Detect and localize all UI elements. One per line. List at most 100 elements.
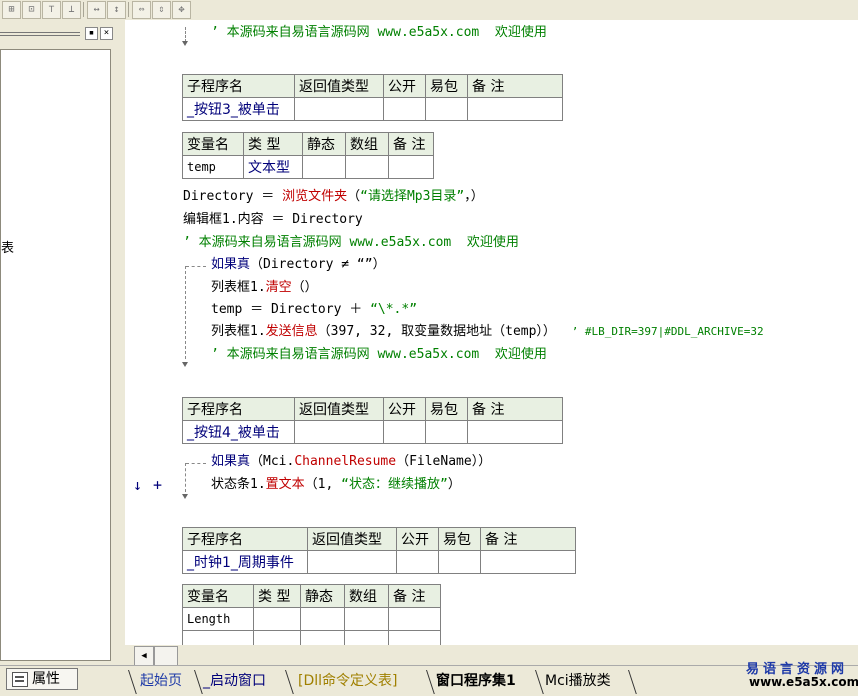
- code-line[interactable]: 列表框1.清空（）: [211, 280, 318, 296]
- col-var-type: 类 型: [253, 584, 301, 608]
- sub-header-table: 子程序名 返回值类型 公开 易包 备 注 _按钮4_被单击: [182, 397, 563, 444]
- code-line[interactable]: 如果真（Directory ≠ “”）: [211, 257, 386, 273]
- flow-line: [185, 27, 187, 42]
- code-comment: ’ 本源码来自易语言源码网 www.e5a5x.com 欢迎使用: [211, 347, 547, 362]
- flow-arrow-icon: [182, 41, 188, 46]
- tab-window-assembly[interactable]: 窗口程序集1: [436, 670, 516, 692]
- flow-arrow-icon: [182, 494, 188, 499]
- tab-startup-window[interactable]: _启动窗口: [203, 670, 266, 692]
- scroll-left-icon[interactable]: ◀: [134, 646, 154, 666]
- var-type-cell[interactable]: [253, 607, 301, 631]
- col-public: 公开: [383, 397, 426, 421]
- cell[interactable]: [467, 420, 563, 444]
- cell[interactable]: [344, 630, 389, 645]
- var-name-cell[interactable]: Length: [182, 607, 254, 631]
- col-var-remark: 备 注: [388, 132, 434, 156]
- scroll-thumb[interactable]: [154, 646, 178, 666]
- cell[interactable]: [396, 550, 439, 574]
- code-comment: ’ 本源码来自易语言源码网 www.e5a5x.com 欢迎使用: [183, 235, 519, 250]
- width-icon[interactable]: ⇔: [132, 1, 151, 19]
- col-remark: 备 注: [467, 74, 563, 98]
- col-sub-name: 子程序名: [182, 527, 308, 551]
- cell[interactable]: [480, 550, 576, 574]
- tab-dll-commands[interactable]: [Dll命令定义表]: [298, 670, 397, 692]
- sub-name-cell[interactable]: _按钮4_被单击: [182, 420, 295, 444]
- cell[interactable]: [383, 420, 426, 444]
- col-public: 公开: [383, 74, 426, 98]
- col-easy-pack: 易包: [425, 397, 468, 421]
- cell[interactable]: [294, 420, 384, 444]
- align-icon[interactable]: ⊞: [2, 1, 21, 19]
- col-easy-pack: 易包: [438, 527, 481, 551]
- site-logo-url: www.e5a5x.com: [749, 675, 858, 689]
- code-line[interactable]: 列表框1.发送信息（397, 32, 取变量数据地址（temp）） ’ #LB_…: [211, 324, 764, 340]
- align-top-icon[interactable]: ⊤: [42, 1, 61, 19]
- cell[interactable]: [307, 550, 397, 574]
- toolbar: ⊞ ⊡ ⊤ ⊥ ↔ ↕ ⇔ ⇕ ✥: [0, 0, 858, 21]
- cell[interactable]: [467, 97, 563, 121]
- cell[interactable]: [253, 630, 301, 645]
- cell[interactable]: [300, 607, 345, 631]
- left-panel-body: 表: [0, 49, 111, 661]
- col-static: 静态: [302, 132, 346, 156]
- var-name-cell[interactable]: temp: [182, 155, 244, 179]
- cell[interactable]: [388, 630, 441, 645]
- col-sub-name: 子程序名: [182, 397, 295, 421]
- cell[interactable]: [345, 155, 389, 179]
- current-line-arrow-icon: ↓: [133, 476, 143, 494]
- code-comment: ’ 本源码来自易语言源码网 www.e5a5x.com 欢迎使用: [211, 25, 547, 40]
- left-panel-header: ▪ ×: [0, 25, 115, 41]
- sub-header-table: 子程序名 返回值类型 公开 易包 备 注 _按钮3_被单击: [182, 74, 563, 121]
- toolbar-separator: [128, 2, 129, 17]
- left-panel: ▪ × 表: [0, 20, 117, 665]
- flow-line: [185, 266, 187, 359]
- flow-arrow-icon: [182, 362, 188, 367]
- properties-tab[interactable]: 属性: [6, 668, 78, 690]
- var-table: 变量名 类 型 静态 数组 备 注 temp 文本型: [182, 132, 434, 179]
- properties-label: 属性: [32, 671, 60, 687]
- space-horizontal-icon[interactable]: ↔: [87, 1, 106, 19]
- col-var-name: 变量名: [182, 132, 244, 156]
- code-line[interactable]: 编辑框1.内容 ＝ Directory: [183, 212, 363, 228]
- cell[interactable]: [383, 97, 426, 121]
- cell[interactable]: [425, 97, 468, 121]
- code-line[interactable]: 状态条1.置文本（1, “状态：继续播放”）: [211, 477, 461, 493]
- sub-name-cell[interactable]: _按钮3_被单击: [182, 97, 295, 121]
- col-remark: 备 注: [467, 397, 563, 421]
- height-icon[interactable]: ⇕: [152, 1, 171, 19]
- expand-plus-icon[interactable]: +: [153, 477, 162, 493]
- col-public: 公开: [396, 527, 439, 551]
- var-type-cell[interactable]: 文本型: [243, 155, 303, 179]
- panel-divider[interactable]: [117, 20, 125, 665]
- cell[interactable]: [425, 420, 468, 444]
- align-bottom-icon[interactable]: ⊥: [62, 1, 81, 19]
- col-array: 数组: [344, 584, 389, 608]
- col-var-type: 类 型: [243, 132, 303, 156]
- align-center-icon[interactable]: ⊡: [22, 1, 41, 19]
- code-line[interactable]: 如果真（Mci.ChannelResume（FileName））: [211, 454, 491, 470]
- cell[interactable]: [388, 607, 441, 631]
- cell[interactable]: [344, 607, 389, 631]
- col-array: 数组: [345, 132, 389, 156]
- sub-header-table: 子程序名 返回值类型 公开 易包 备 注 _时钟1_周期事件: [182, 527, 576, 574]
- col-return-type: 返回值类型: [294, 74, 384, 98]
- space-vertical-icon[interactable]: ↕: [107, 1, 126, 19]
- restore-icon[interactable]: ▪: [85, 27, 98, 40]
- cell[interactable]: [438, 550, 481, 574]
- code-line[interactable]: temp ＝ Directory ＋ “\*.*”: [211, 302, 417, 318]
- editor-gutter: [125, 20, 150, 645]
- cell[interactable]: [300, 630, 345, 645]
- cell[interactable]: [182, 630, 254, 645]
- code-line[interactable]: Directory ＝ 浏览文件夹（“请选择Mp3目录”，）: [183, 189, 484, 205]
- cell[interactable]: [388, 155, 434, 179]
- cell[interactable]: [302, 155, 346, 179]
- col-easy-pack: 易包: [425, 74, 468, 98]
- tab-start-page[interactable]: 起始页: [140, 670, 182, 692]
- tab-mci-class[interactable]: Mci播放类: [545, 670, 611, 692]
- cell[interactable]: [294, 97, 384, 121]
- var-table: 变量名 类 型 静态 数组 备 注 Length: [182, 584, 441, 645]
- close-icon[interactable]: ×: [100, 27, 113, 40]
- col-remark: 备 注: [480, 527, 576, 551]
- size-icon[interactable]: ✥: [172, 1, 191, 19]
- sub-name-cell[interactable]: _时钟1_周期事件: [182, 550, 308, 574]
